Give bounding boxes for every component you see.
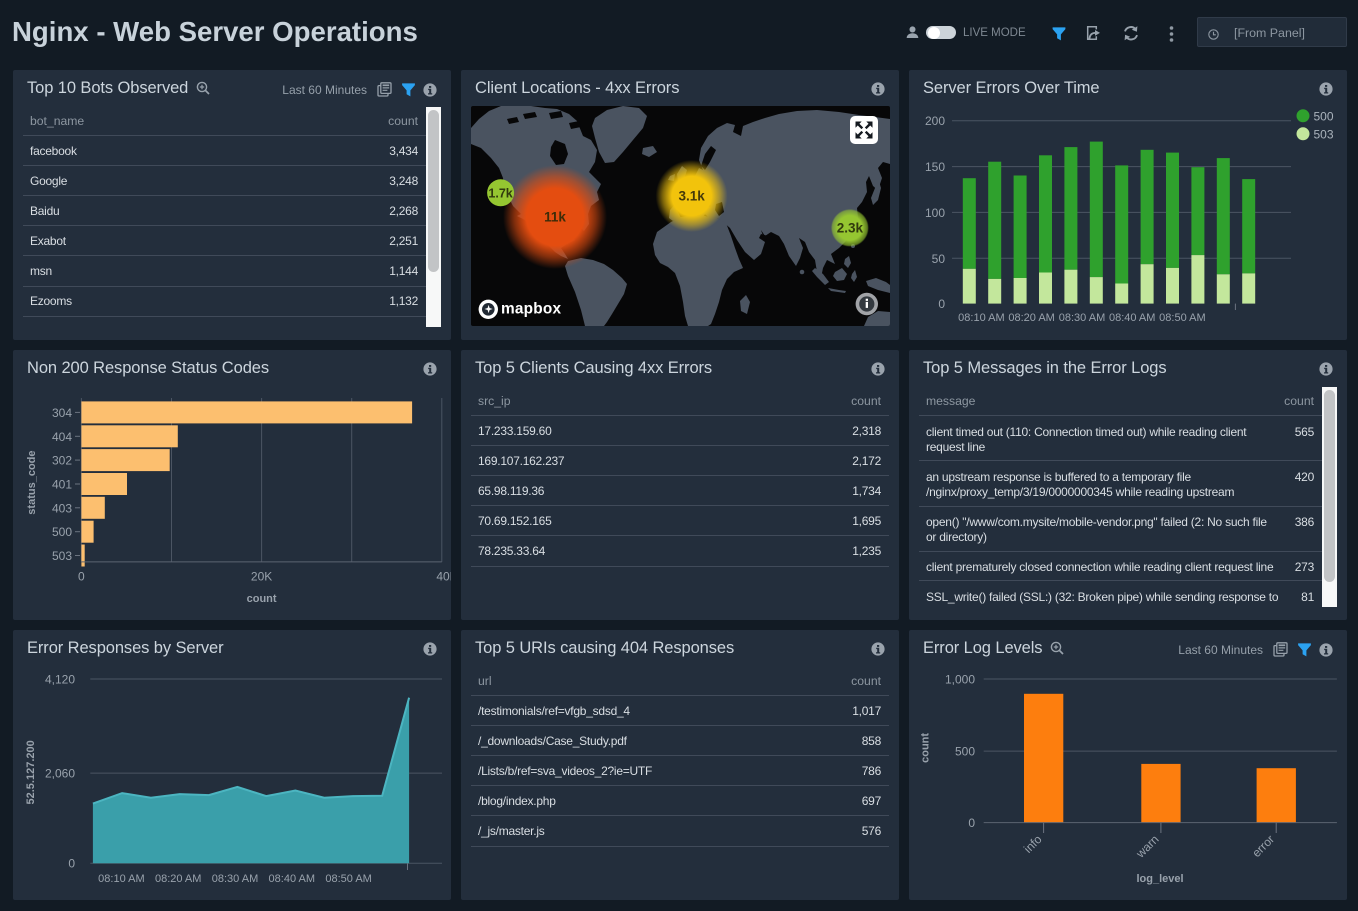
svg-text:error: error <box>1249 832 1277 860</box>
svg-text:404: 404 <box>52 430 72 444</box>
svg-text:08:40 AM: 08:40 AM <box>269 873 315 885</box>
svg-text:2.3k: 2.3k <box>837 220 864 235</box>
svg-text:08:40 AM: 08:40 AM <box>1109 312 1155 324</box>
svg-text:40K: 40K <box>436 570 451 584</box>
svg-text:500: 500 <box>955 745 975 759</box>
svg-text:500: 500 <box>1314 109 1334 123</box>
svg-text:503: 503 <box>52 549 72 563</box>
svg-text:302: 302 <box>52 454 72 468</box>
svg-text:08:50 AM: 08:50 AM <box>325 873 371 885</box>
svg-text:count: count <box>247 593 277 605</box>
svg-text:1,000: 1,000 <box>945 673 975 687</box>
svg-text:500: 500 <box>52 525 72 539</box>
svg-text:11k: 11k <box>544 210 566 225</box>
svg-text:3.1k: 3.1k <box>678 189 705 204</box>
svg-text:0: 0 <box>938 297 945 311</box>
svg-text:304: 304 <box>52 406 72 420</box>
svg-text:08:10 AM: 08:10 AM <box>958 312 1004 324</box>
svg-text:0: 0 <box>968 816 975 830</box>
svg-text:08:30 AM: 08:30 AM <box>1059 312 1105 324</box>
svg-text:08:10 AM: 08:10 AM <box>98 873 144 885</box>
svg-text:warn: warn <box>1133 832 1162 861</box>
svg-text:1.7k: 1.7k <box>488 186 512 200</box>
svg-text:100: 100 <box>925 206 945 220</box>
svg-text:count: count <box>919 733 931 763</box>
svg-text:20K: 20K <box>251 570 272 584</box>
svg-text:403: 403 <box>52 501 72 515</box>
svg-text:401: 401 <box>52 478 72 492</box>
svg-text:08:30 AM: 08:30 AM <box>212 873 258 885</box>
svg-text:08:20 AM: 08:20 AM <box>1008 312 1054 324</box>
svg-text:0: 0 <box>78 570 85 584</box>
svg-text:mapbox: mapbox <box>501 301 561 318</box>
svg-text:log_level: log_level <box>1136 873 1183 885</box>
svg-text:150: 150 <box>925 160 945 174</box>
svg-text:52.5.127.200: 52.5.127.200 <box>25 740 37 804</box>
svg-text:50: 50 <box>932 252 946 266</box>
svg-text:503: 503 <box>1314 127 1334 141</box>
svg-text:status_code: status_code <box>26 450 38 514</box>
svg-text:4,120: 4,120 <box>45 673 75 687</box>
svg-text:200: 200 <box>925 114 945 128</box>
svg-text:08:20 AM: 08:20 AM <box>155 873 201 885</box>
svg-text:info: info <box>1021 832 1045 856</box>
svg-text:0: 0 <box>68 857 75 871</box>
svg-text:08:50 AM: 08:50 AM <box>1159 312 1205 324</box>
svg-text:2,060: 2,060 <box>45 767 75 781</box>
